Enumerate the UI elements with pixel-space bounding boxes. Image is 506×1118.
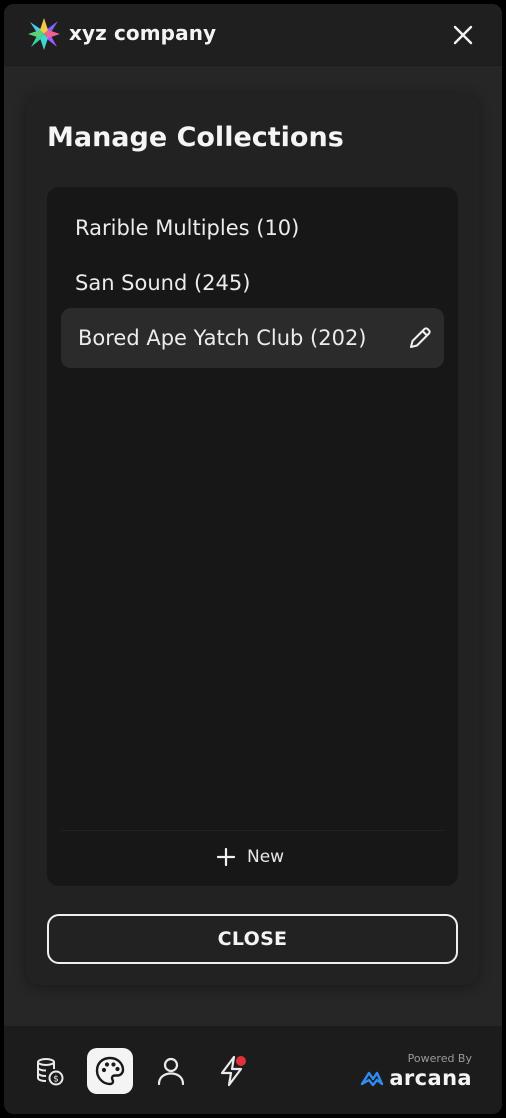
collection-label: Rarible Multiples (10): [75, 216, 300, 240]
manage-collections-card: Manage Collections Rarible Multiples (10…: [26, 94, 479, 985]
collection-item-selected[interactable]: Bored Ape Yatch Club (202): [61, 308, 444, 368]
nav-profile[interactable]: [148, 1048, 194, 1094]
close-button[interactable]: CLOSE: [47, 914, 458, 964]
collection-item[interactable]: San Sound (245): [61, 253, 444, 313]
svg-text:$: $: [53, 1075, 59, 1085]
collection-label: San Sound (245): [75, 271, 251, 295]
collection-item[interactable]: Rarible Multiples (10): [61, 198, 444, 258]
coins-icon: $: [37, 1058, 64, 1086]
new-label: New: [247, 847, 285, 867]
powered-by-label: Powered By: [407, 1052, 472, 1065]
palette-icon: [95, 1056, 125, 1086]
nav-activity[interactable]: [209, 1048, 255, 1094]
user-icon: [157, 1057, 185, 1086]
arcana-wordmark: arcana: [389, 1066, 472, 1090]
collections-list: Rarible Multiples (10) San Sound (245) B…: [47, 187, 458, 886]
list-divider: [61, 830, 444, 831]
close-icon[interactable]: [448, 20, 478, 50]
arcana-logo-icon: [361, 1071, 384, 1087]
nav-tokens[interactable]: $: [26, 1048, 72, 1094]
arcana-brand: arcana: [359, 1066, 472, 1090]
header-bar: xyz company: [4, 4, 502, 66]
close-button-label: CLOSE: [217, 928, 288, 950]
nav-collectibles[interactable]: [87, 1048, 133, 1094]
company-logo: [28, 18, 60, 50]
plus-icon: [216, 847, 236, 867]
wallet-window: xyz company Manage Collections Rarible M…: [4, 4, 502, 1114]
lightning-icon: [220, 1055, 246, 1087]
bottom-nav: $ Powered By arcana: [4, 1026, 502, 1114]
pencil-icon[interactable]: [406, 324, 434, 352]
company-name: xyz company: [69, 21, 217, 45]
collection-label: Bored Ape Yatch Club (202): [78, 326, 367, 350]
new-collection-button[interactable]: New: [215, 842, 284, 872]
page-title: Manage Collections: [47, 122, 344, 153]
